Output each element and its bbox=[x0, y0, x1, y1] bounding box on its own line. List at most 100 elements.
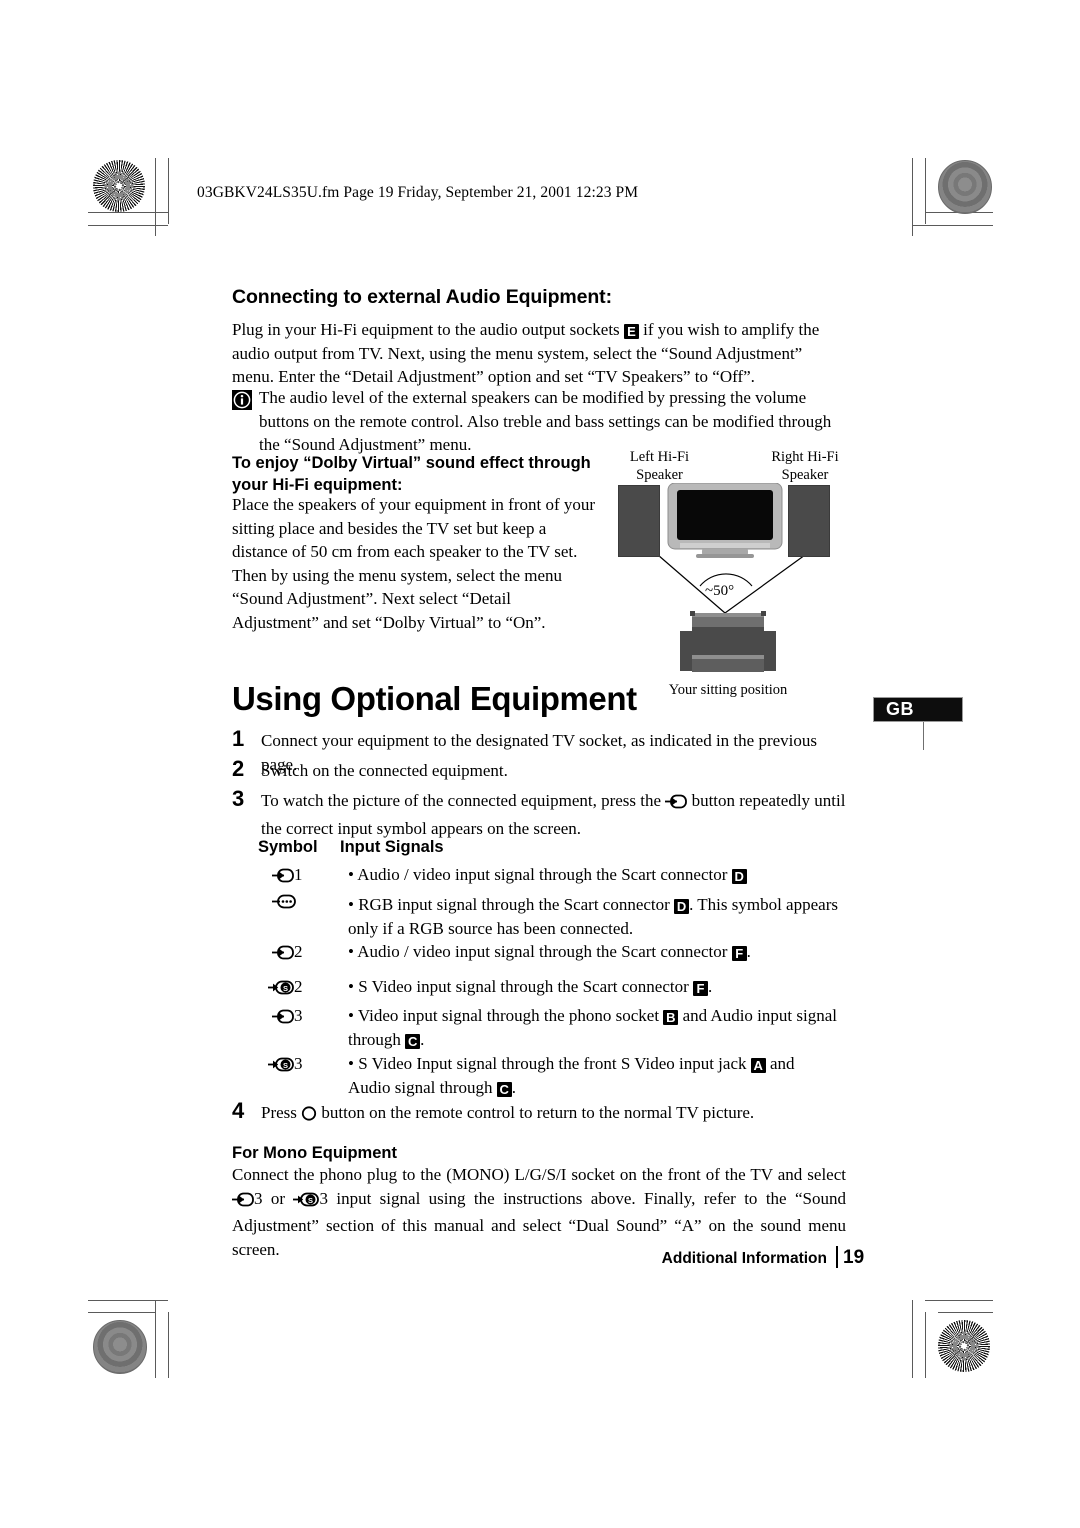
svg-text:S: S bbox=[283, 1061, 288, 1070]
table-row-text: • S Video Input signal through the front… bbox=[348, 1052, 828, 1099]
print-rosette-mark bbox=[93, 160, 145, 212]
socket-label-b: B bbox=[663, 1010, 679, 1025]
table-row-text: • Audio / video input signal through the… bbox=[348, 940, 848, 964]
table-row-symbol: S 2 bbox=[268, 975, 303, 1001]
input-rgb-icon bbox=[272, 893, 296, 915]
table-row-text: • S Video input signal through the Scart… bbox=[348, 975, 848, 999]
socket-label-f: F bbox=[693, 981, 709, 996]
registration-mark bbox=[163, 175, 197, 209]
row-text-end: . bbox=[420, 1029, 425, 1049]
row-text: • RGB input signal through the Scart con… bbox=[348, 895, 675, 914]
crop-line bbox=[88, 225, 168, 226]
angle-label: ~50° bbox=[705, 583, 735, 599]
row-text-cont: . bbox=[708, 977, 713, 996]
socket-label-d: D bbox=[731, 869, 747, 884]
sitting-chair bbox=[680, 611, 776, 684]
file-slug: 03GBKV24LS35U.fm Page 19 Friday, Septemb… bbox=[197, 184, 639, 201]
table-header-symbol: Symbol bbox=[258, 838, 318, 856]
crop-line bbox=[88, 1312, 156, 1313]
step-text-3-part-a: To watch the picture of the connected eq… bbox=[261, 791, 662, 810]
crop-line bbox=[938, 1312, 993, 1313]
footer-divider bbox=[836, 1246, 838, 1268]
step-text-4-part-a: Press bbox=[261, 1103, 297, 1122]
side-tab-label: GB bbox=[886, 699, 914, 719]
registration-mark bbox=[931, 1271, 965, 1305]
symbol-suffix: 3 bbox=[294, 1006, 303, 1025]
row-text: • S Video Input signal through the front… bbox=[348, 1054, 751, 1073]
sitting-position-label: Your sitting position bbox=[668, 682, 788, 698]
print-density-patch bbox=[938, 160, 992, 214]
right-speaker bbox=[788, 485, 830, 557]
row-text-cont: . bbox=[746, 942, 751, 961]
registration-mark bbox=[883, 175, 917, 209]
symbol-suffix: 2 bbox=[294, 977, 303, 996]
section-heading-dolby: To enjoy “Dolby Virtual” sound effect th… bbox=[232, 454, 591, 494]
left-speaker bbox=[618, 485, 660, 557]
manual-page: 03GBKV24LS35U.fm Page 19 Friday, Septemb… bbox=[0, 0, 1080, 1528]
row-text: • Video input signal through the phono s… bbox=[348, 1006, 664, 1025]
section-heading-mono: For Mono Equipment bbox=[232, 1144, 397, 1162]
row-text: • Audio / video input signal through the… bbox=[348, 865, 732, 884]
symbol-suffix: 2 bbox=[294, 942, 303, 961]
symbol-suffix: 1 bbox=[294, 865, 303, 884]
crop-line bbox=[88, 212, 168, 213]
table-row-symbol bbox=[272, 893, 296, 915]
crop-line bbox=[912, 225, 993, 226]
registration-mark bbox=[883, 1317, 917, 1351]
step-text-2: Switch on the connected equipment. bbox=[261, 761, 508, 780]
tv-set bbox=[666, 482, 784, 564]
registration-mark bbox=[105, 743, 139, 777]
registration-mark bbox=[515, 1317, 549, 1351]
side-tab-leader-line bbox=[923, 722, 924, 750]
input-arrow-icon bbox=[272, 1008, 294, 1030]
step-text-4: Press button on the remote control to re… bbox=[261, 1101, 846, 1128]
print-density-patch bbox=[93, 1320, 147, 1374]
registration-mark bbox=[931, 743, 965, 777]
input-arrow-icon bbox=[272, 944, 294, 966]
symbol-suffix: 3 bbox=[294, 1054, 303, 1073]
mono-text-b: 3 or bbox=[254, 1188, 294, 1208]
table-row-symbol: S 3 bbox=[268, 1052, 303, 1078]
socket-label-c: C bbox=[496, 1081, 512, 1097]
step-number-1: 1 bbox=[232, 726, 245, 751]
step-number-3: 3 bbox=[232, 786, 245, 811]
socket-label-c: C bbox=[405, 1033, 421, 1049]
side-tab-gb: GB bbox=[873, 697, 963, 722]
input-arrow-icon bbox=[232, 1191, 254, 1215]
row-text: • S Video input signal through the Scart… bbox=[348, 977, 694, 996]
row-text: • Audio / video input signal through the… bbox=[348, 942, 732, 961]
input-svideo-icon: S bbox=[293, 1191, 320, 1215]
page-number: 19 bbox=[843, 1247, 865, 1268]
step-number-4: 4 bbox=[232, 1098, 245, 1123]
registration-mark bbox=[163, 1317, 197, 1351]
power-circle-icon bbox=[301, 1104, 317, 1128]
input-svideo-icon: S bbox=[268, 1056, 294, 1078]
socket-label-e: E bbox=[623, 324, 639, 339]
input-svideo-icon: S bbox=[268, 979, 294, 1001]
crop-line bbox=[925, 158, 926, 224]
input-arrow-icon bbox=[272, 867, 294, 889]
step-text-3: To watch the picture of the connected eq… bbox=[261, 789, 846, 840]
registration-mark bbox=[931, 230, 965, 264]
mono-text-c: 3 input signal using the instructions ab… bbox=[232, 1188, 846, 1259]
socket-label-f: F bbox=[731, 946, 747, 961]
mono-text-a: Connect the phono plug to the (MONO) L/G… bbox=[232, 1165, 846, 1184]
section-heading-audio: Connecting to external Audio Equipment: bbox=[232, 286, 612, 308]
socket-label-d: D bbox=[674, 899, 690, 914]
audio-paragraph: Plug in your Hi-Fi equipment to the audi… bbox=[232, 318, 846, 389]
audio-paragraph-part-a: Plug in your Hi-Fi equipment to the audi… bbox=[232, 320, 620, 339]
registration-mark bbox=[105, 1271, 139, 1305]
table-header-signals: Input Signals bbox=[340, 838, 444, 856]
table-row-text: • Audio / video input signal through the… bbox=[348, 863, 848, 887]
table-row-symbol: 3 bbox=[272, 1004, 303, 1030]
socket-label-a: A bbox=[750, 1058, 766, 1073]
row-text-end: . bbox=[511, 1077, 516, 1097]
table-row-text: • Video input signal through the phono s… bbox=[348, 1004, 843, 1051]
footer-section-label: Additional Information bbox=[661, 1250, 827, 1267]
table-row-symbol: 2 bbox=[272, 940, 303, 966]
step-text-4-part-b: button on the remote control to return t… bbox=[321, 1103, 755, 1122]
table-row-symbol: 1 bbox=[272, 863, 303, 889]
crop-line bbox=[925, 1312, 926, 1378]
speaker-placement-diagram: Left Hi-Fi Speaker Right Hi-Fi Speaker ~… bbox=[600, 445, 860, 700]
info-icon bbox=[232, 390, 252, 410]
